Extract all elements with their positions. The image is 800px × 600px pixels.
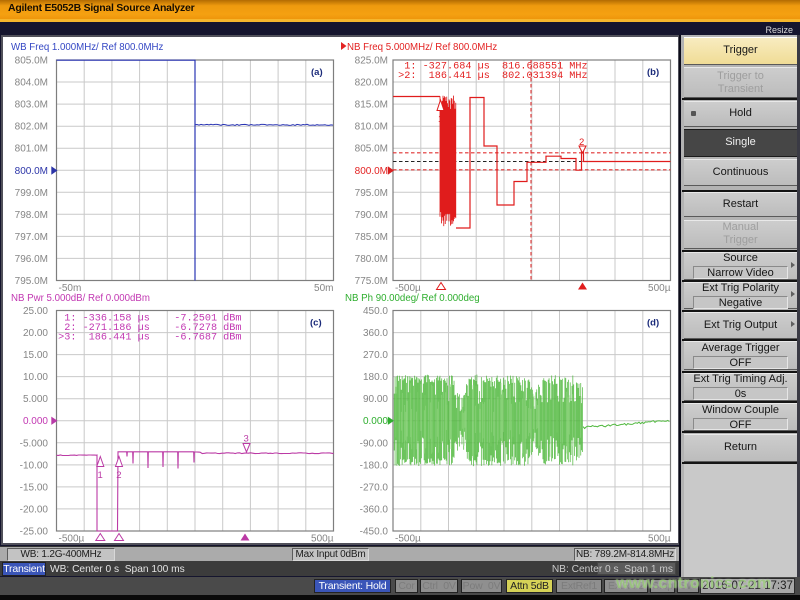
svg-text:795.0M: 795.0M bbox=[355, 188, 388, 199]
svg-text:-90.00: -90.00 bbox=[360, 438, 389, 449]
svg-text:802.0M: 802.0M bbox=[15, 122, 48, 133]
svg-text:-5.000: -5.000 bbox=[20, 438, 49, 449]
svg-text:805.0M: 805.0M bbox=[15, 56, 48, 67]
svg-text:801.0M: 801.0M bbox=[15, 144, 48, 155]
svg-text:270.0: 270.0 bbox=[363, 350, 388, 361]
svg-text:450.0: 450.0 bbox=[363, 306, 388, 317]
svg-text:WB Freq 1.000MHz/ Ref 800.0MHz: WB Freq 1.000MHz/ Ref 800.0MHz bbox=[11, 42, 164, 53]
svg-text:797.0M: 797.0M bbox=[15, 232, 48, 243]
svg-text:180.0: 180.0 bbox=[363, 372, 388, 383]
svg-text:500µ: 500µ bbox=[311, 534, 334, 545]
svg-text:500µ: 500µ bbox=[648, 534, 671, 545]
svg-text:1: 1 bbox=[98, 470, 103, 481]
svg-text:800.0M: 800.0M bbox=[355, 166, 388, 177]
svg-text:0.000: 0.000 bbox=[23, 416, 48, 427]
svg-text:-360.0: -360.0 bbox=[360, 505, 389, 516]
svg-text:-500µ: -500µ bbox=[59, 534, 85, 545]
svg-text:-180.0: -180.0 bbox=[360, 460, 389, 471]
svg-text:0.000: 0.000 bbox=[363, 416, 388, 427]
svg-text:-20.00: -20.00 bbox=[20, 505, 49, 516]
svg-text:790.0M: 790.0M bbox=[355, 210, 388, 221]
svg-text:20.00: 20.00 bbox=[23, 328, 48, 339]
svg-text:820.0M: 820.0M bbox=[355, 78, 388, 89]
svg-text:25.00: 25.00 bbox=[23, 306, 48, 317]
svg-text:798.0M: 798.0M bbox=[15, 210, 48, 221]
svg-text:>2: 186.441 µs 802.031394 MH: >2: 186.441 µs 802.031394 MHz bbox=[392, 71, 588, 82]
svg-text:-15.00: -15.00 bbox=[20, 482, 49, 493]
svg-text:800.0M: 800.0M bbox=[15, 166, 48, 177]
svg-text:5.000: 5.000 bbox=[23, 394, 48, 405]
svg-text:-450.0: -450.0 bbox=[360, 527, 389, 538]
svg-text:(c): (c) bbox=[310, 318, 322, 329]
svg-text:780.0M: 780.0M bbox=[355, 254, 388, 265]
svg-text:>3: 186.441 µs -6.7687 dBm: >3: 186.441 µs -6.7687 dBm bbox=[52, 332, 242, 344]
svg-text:-270.0: -270.0 bbox=[360, 482, 389, 493]
svg-text:500µ: 500µ bbox=[648, 283, 671, 294]
svg-text:815.0M: 815.0M bbox=[355, 100, 388, 111]
svg-text:360.0: 360.0 bbox=[363, 328, 388, 339]
svg-text:1: 1 bbox=[438, 114, 443, 125]
svg-text:799.0M: 799.0M bbox=[15, 188, 48, 199]
svg-text:805.0M: 805.0M bbox=[355, 144, 388, 155]
svg-text:(a): (a) bbox=[311, 67, 323, 78]
svg-text:825.0M: 825.0M bbox=[355, 56, 388, 67]
svg-text:50m: 50m bbox=[314, 283, 333, 294]
svg-text:804.0M: 804.0M bbox=[15, 78, 48, 89]
svg-text:803.0M: 803.0M bbox=[15, 100, 48, 111]
svg-text:NB Freq 5.000MHz/ Ref 800.0MHz: NB Freq 5.000MHz/ Ref 800.0MHz bbox=[347, 42, 497, 53]
svg-text:3: 3 bbox=[244, 434, 249, 445]
svg-text:NB Ph 90.00deg/ Ref 0.000deg: NB Ph 90.00deg/ Ref 0.000deg bbox=[345, 293, 480, 304]
svg-text:-10.00: -10.00 bbox=[20, 460, 49, 471]
svg-text:(d): (d) bbox=[647, 318, 659, 329]
svg-text:785.0M: 785.0M bbox=[355, 232, 388, 243]
svg-text:(b): (b) bbox=[647, 67, 659, 78]
svg-text:775.0M: 775.0M bbox=[355, 276, 388, 287]
svg-text:15.00: 15.00 bbox=[23, 350, 48, 361]
svg-text:795.0M: 795.0M bbox=[15, 276, 48, 287]
svg-text:-500µ: -500µ bbox=[395, 534, 421, 545]
svg-text:10.00: 10.00 bbox=[23, 372, 48, 383]
svg-text:2: 2 bbox=[116, 470, 121, 481]
svg-text:810.0M: 810.0M bbox=[355, 122, 388, 133]
svg-text:NB Pwr 5.000dB/ Ref 0.000dBm: NB Pwr 5.000dB/ Ref 0.000dBm bbox=[11, 293, 150, 304]
svg-text:796.0M: 796.0M bbox=[15, 254, 48, 265]
svg-text:90.00: 90.00 bbox=[363, 394, 388, 405]
svg-text:-25.00: -25.00 bbox=[20, 527, 49, 538]
